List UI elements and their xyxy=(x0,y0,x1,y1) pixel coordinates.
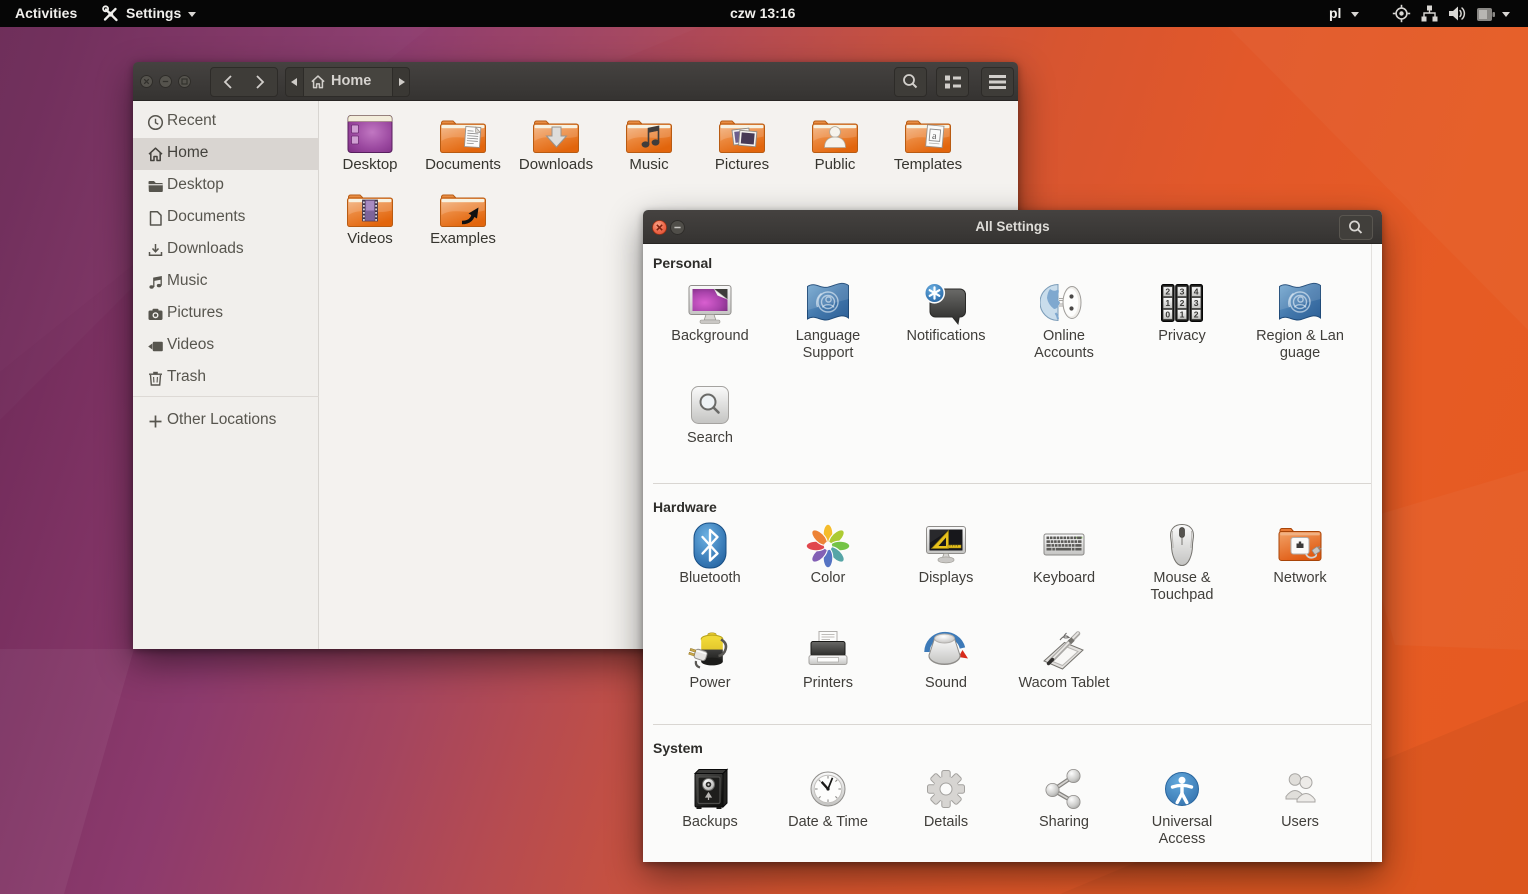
svg-text:0: 0 xyxy=(1165,309,1170,319)
svg-text:3: 3 xyxy=(1194,298,1199,308)
svg-text:1: 1 xyxy=(1180,309,1185,319)
svg-text:4: 4 xyxy=(1194,286,1199,296)
svg-text:2: 2 xyxy=(1194,309,1199,319)
svg-text:3: 3 xyxy=(1180,286,1185,296)
svg-text:2: 2 xyxy=(1165,286,1170,296)
svg-text:2: 2 xyxy=(1180,298,1185,308)
svg-text:1: 1 xyxy=(1165,298,1170,308)
